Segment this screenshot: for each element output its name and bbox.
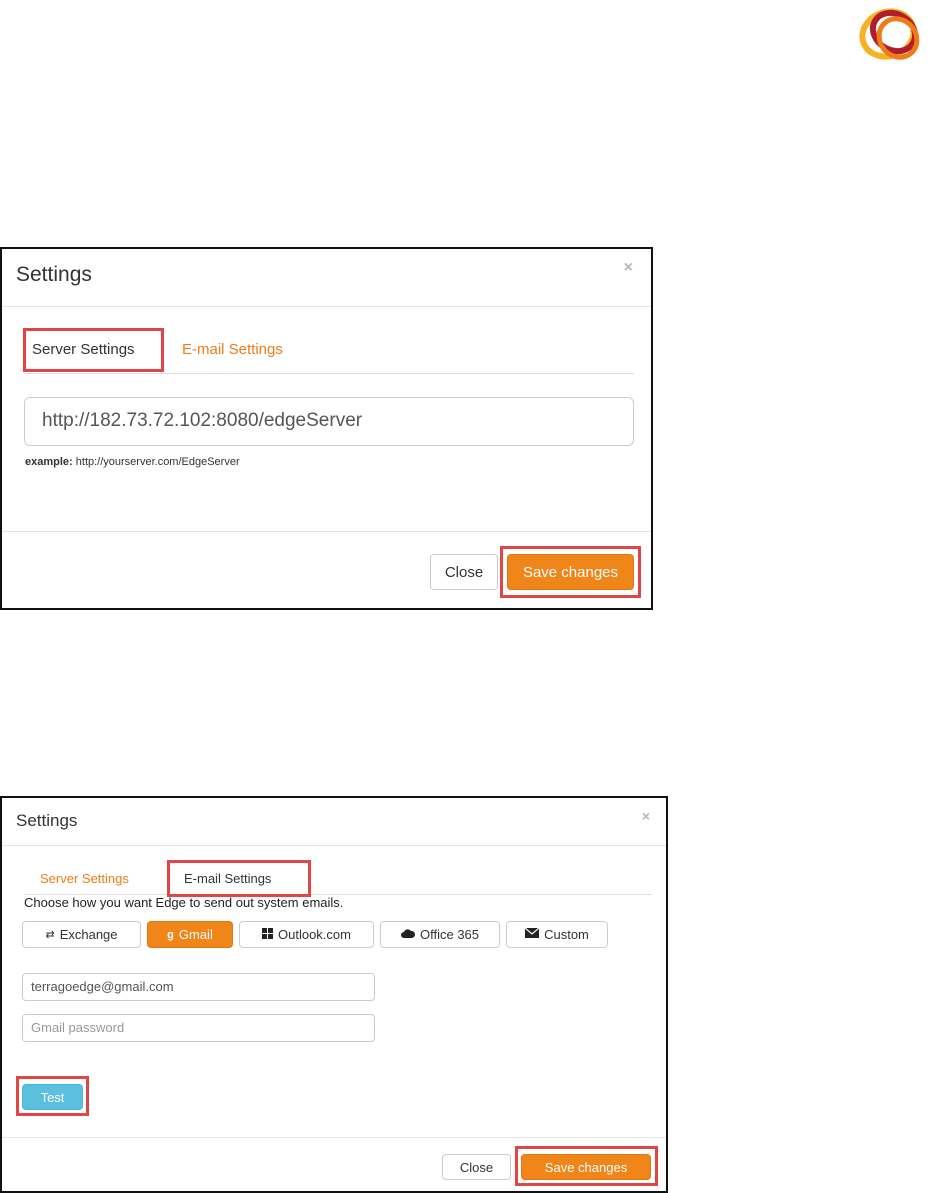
provider-exchange-button[interactable]: ⇄ Exchange [22,921,141,948]
email-field[interactable]: terragoedge@gmail.com [22,973,375,1001]
settings-dialog-server: Settings × Server Settings E-mail Settin… [0,247,653,610]
close-icon[interactable]: × [624,259,633,277]
dialog-footer: Close Save changes [2,1137,666,1191]
highlight-box [167,860,311,897]
server-url-input[interactable]: http://182.73.72.102:8080/edgeServer [24,397,634,446]
provider-label: Exchange [59,927,118,942]
password-field[interactable]: Gmail password [22,1014,375,1042]
example-label: example: [25,456,73,468]
provider-outlook-button[interactable]: Outlook.com [239,921,374,948]
brand-logo-icon [850,0,929,72]
provider-label: Gmail [178,927,213,942]
highlight-box [23,328,164,372]
highlight-box [500,546,641,598]
exchange-icon: ⇄ [45,929,55,941]
dialog-header: Settings × [2,249,651,307]
dialog-title: Settings [16,811,78,830]
provider-label: Office 365 [419,927,480,942]
envelope-icon [524,927,540,941]
highlight-box [515,1146,658,1186]
highlight-box [16,1076,89,1116]
settings-dialog-email: Settings × Server Settings E-mail Settin… [0,796,668,1193]
tab-server-settings[interactable]: Server Settings [40,871,129,886]
windows-icon [262,927,273,942]
tab-bar [24,373,634,374]
provider-gmail-button[interactable]: g Gmail [147,921,233,948]
google-icon: g [167,928,174,941]
dialog-title: Settings [16,263,92,286]
provider-label: Outlook.com [278,927,351,942]
close-icon[interactable]: × [642,808,650,824]
provider-custom-button[interactable]: Custom [506,921,608,948]
dialog-footer: Close Save changes [2,531,651,608]
close-button[interactable]: Close [430,554,498,590]
close-button[interactable]: Close [442,1154,511,1180]
example-hint: example: http://yourserver.com/EdgeServe… [25,456,240,468]
provider-label: Custom [544,927,589,942]
tab-email-settings[interactable]: E-mail Settings [182,341,283,358]
example-url: http://yourserver.com/EdgeServer [75,456,240,468]
email-instruction: Choose how you want Edge to send out sys… [24,895,344,910]
provider-office365-button[interactable]: Office 365 [380,921,500,948]
dialog-header: Settings × [2,798,666,846]
cloud-icon [400,928,416,941]
